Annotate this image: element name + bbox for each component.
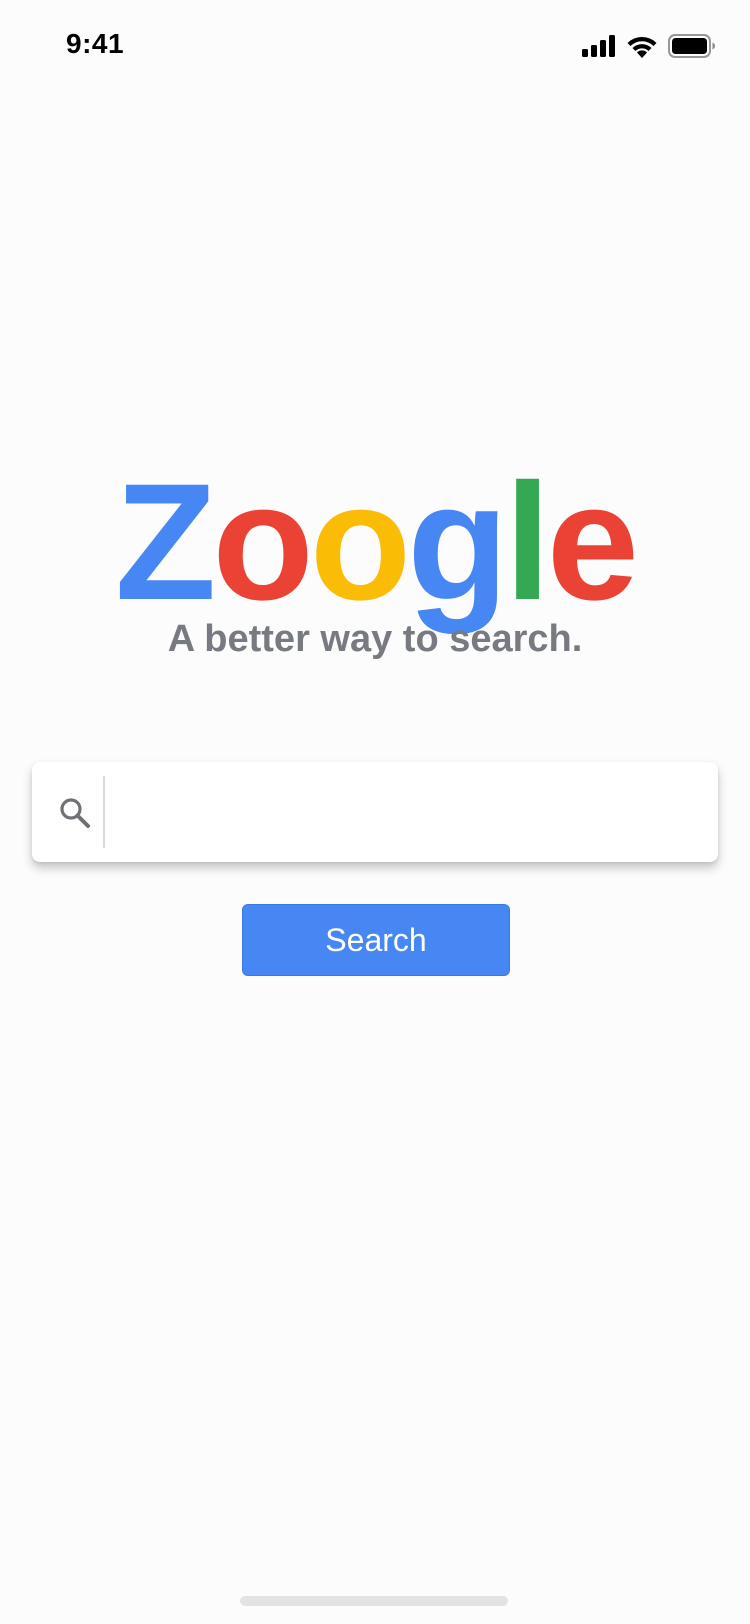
logo-letter: Z bbox=[114, 450, 216, 635]
cellular-signal-icon bbox=[582, 35, 615, 57]
search-divider bbox=[103, 776, 105, 848]
search-button[interactable]: Search bbox=[242, 904, 510, 976]
zoogle-logo: Zoogle bbox=[0, 460, 750, 626]
tagline: A better way to search. bbox=[167, 618, 583, 660]
status-icons bbox=[582, 32, 716, 60]
home-indicator bbox=[240, 1596, 508, 1606]
logo-letter: e bbox=[546, 450, 639, 635]
logo-letter: o bbox=[212, 450, 313, 635]
battery-icon bbox=[668, 34, 715, 58]
search-input[interactable] bbox=[114, 776, 704, 848]
status-time: 9:41 bbox=[66, 28, 125, 59]
search-icon bbox=[60, 798, 90, 828]
logo-letter: o bbox=[309, 450, 411, 635]
status-bar: 9:41 bbox=[0, 0, 750, 94]
logo-letter: l bbox=[504, 450, 551, 635]
logo-letter: g bbox=[407, 450, 508, 635]
wifi-icon bbox=[627, 36, 657, 58]
search-box[interactable] bbox=[32, 762, 718, 862]
